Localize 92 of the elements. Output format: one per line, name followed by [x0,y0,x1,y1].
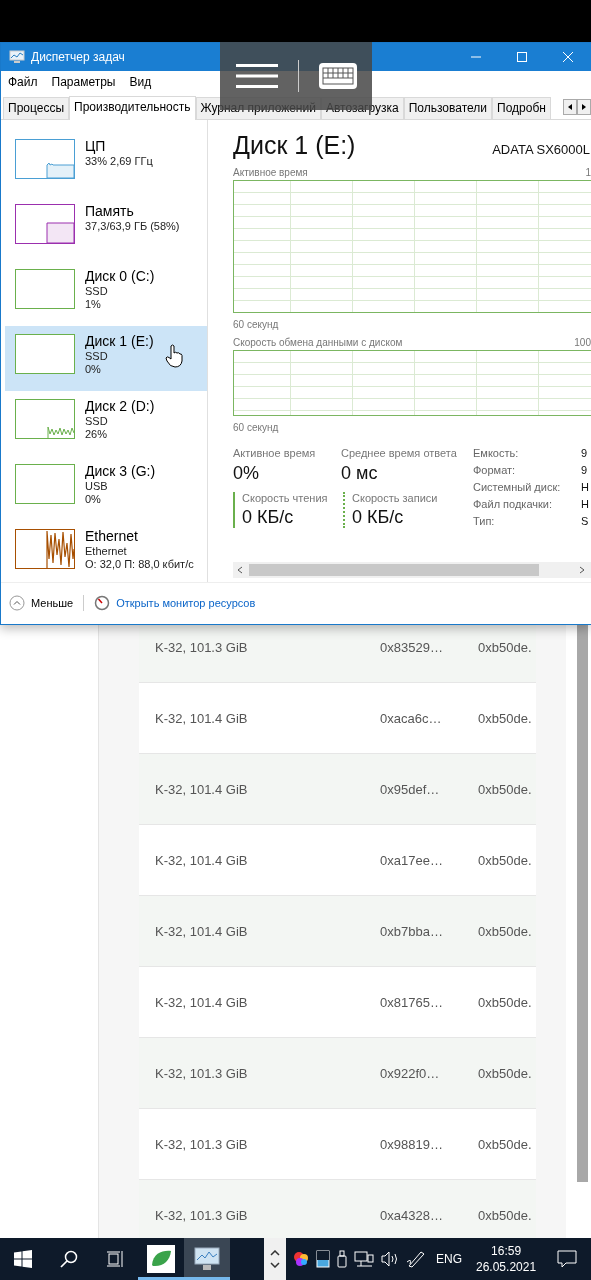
keyboard-icon[interactable] [318,63,357,89]
table-cell-text: K-32, 101.3 GiB [155,1065,249,1081]
table-cell-text: 0xaca6c… [380,710,443,726]
table-cell-text: 0xa4328… [380,1207,444,1223]
close-icon[interactable] [563,52,573,62]
table-cell-text: 0xb7bba… [380,923,444,939]
menu-item[interactable]: Вид [129,75,152,89]
table-cell-text: 0xb50de. [478,781,533,797]
table-cell-text: 0x81765… [380,994,444,1010]
scroll-right-icon[interactable] [577,99,591,115]
chart-max-label: 1 [585,167,591,178]
table-cell-text: K-32, 101.4 GiB [155,710,249,726]
detail-value: S [581,515,589,528]
tray-chevron-icon[interactable] [264,1238,286,1280]
leaf-icon [147,1245,175,1273]
tab[interactable]: Пользователи [403,97,493,119]
table-cell-text: K-32, 101.4 GiB [155,923,249,939]
detail-label: Тип: [473,515,496,528]
stat-value: 0 мс [341,463,379,484]
clock[interactable]: 16:59 26.05.2021 [476,1243,537,1275]
table-cell-text: K-32, 101.4 GiB [155,994,249,1010]
disk-title: Диск 1 (E:) [233,131,356,160]
table-cell-text: 0xb50de. [478,1207,533,1223]
detail-label: Системный диск: [473,481,562,494]
table-cell-text: 0xb50de. [478,710,533,726]
detail-label: Файл подкачки: [473,498,554,511]
taskbar-app[interactable] [184,1238,230,1280]
monitor-graph-icon [9,50,25,64]
table-cell-text: 0xb50de. [478,1065,533,1081]
sidebar-item[interactable]: Диск 2 (D:) SSD 26% [5,391,207,456]
detail-label: Формат: [473,464,517,477]
sidebar-item[interactable]: Память 37,3/63,9 ГБ (58%) [5,196,207,261]
sidebar-item[interactable]: Диск 1 (E:) SSD 0% [5,326,207,391]
scrollbar-thumb[interactable] [577,622,588,1182]
fewer-details-link[interactable]: Меньше [31,597,74,609]
sidebar-item[interactable]: Диск 0 (C:) SSD 1% [5,261,207,326]
window-title: Диспетчер задач [31,50,125,64]
time-span-label: 60 секунд [233,319,280,330]
table-cell-text: 0xb50de. [478,1136,533,1152]
detail-label: Емкость: [473,447,520,460]
tab[interactable]: Подробн [492,97,551,119]
language-indicator[interactable]: ENG [436,1252,462,1266]
stat-value: 0 КБ/с [352,507,405,528]
disk-model: ADATA SX6000L [492,142,590,157]
monitor-graph-icon [194,1247,220,1271]
speaker-icon[interactable] [380,1250,400,1268]
scroll-left-icon[interactable] [563,99,577,115]
resource-monitor-link[interactable]: Открыть монитор ресурсов [116,597,256,609]
drive-icon[interactable] [316,1250,330,1268]
hand-cursor-icon [165,343,183,368]
table-cell-text: K-32, 101.4 GiB [155,781,249,797]
table-cell-text: 0x922f0… [380,1065,441,1081]
time-span-label: 60 секунд [233,422,280,433]
chart-label: Активное время [233,167,308,178]
table-cell-text: 0x98819… [380,1136,444,1152]
menu-icon[interactable] [235,63,278,89]
menu-item[interactable]: Параметры [51,75,116,89]
colorful-app-icon[interactable] [292,1250,310,1268]
stat-value: 0 КБ/с [242,507,295,528]
pen-icon[interactable] [406,1250,426,1268]
table-cell-text: 0xb50de. [478,923,533,939]
detail-value: Н [581,481,589,494]
chart-label: Скорость обмена данными с диском [233,337,403,348]
tab[interactable]: Процессы [3,97,69,119]
table-cell-text: 0xb50de. [478,994,533,1010]
table-cell-text: K-32, 101.3 GiB [155,1207,249,1223]
table-cell-text: 0xb50de. [478,639,533,655]
gauge-icon [94,595,111,611]
sidebar-item[interactable]: ЦП 33% 2,69 ГГц [5,131,207,196]
stat-value: 0% [233,463,260,484]
network-icon[interactable] [354,1250,374,1268]
detail-value: Н [581,498,589,511]
stat-label: Среднее время ответа [341,447,458,459]
tab[interactable]: Производительность [69,96,196,120]
sidebar-item[interactable]: Ethernet Ethernet О: 32,0 П: 88,0 кбит/с [5,521,207,586]
chart-max-label: 100 [574,337,591,348]
usb-icon[interactable] [336,1250,348,1268]
table-cell-text: 0x95def… [380,781,441,797]
detail-value: 9 [581,464,589,477]
stat-label: Активное время [233,447,317,459]
table-cell-text: K-32, 101.3 GiB [155,639,249,655]
detail-value: 9 [581,447,589,460]
table-cell-text: 0xb50de. [478,852,533,868]
stat-label: Скорость чтения [242,492,329,504]
table-cell-text: 0xa17ee… [380,852,444,868]
table-cell-text: 0x83529… [380,639,444,655]
stat-label: Скорость записи [352,492,439,504]
sidebar-item[interactable]: Диск 3 (G:) USB 0% [5,456,207,521]
menu-item[interactable]: Файл [8,75,38,89]
table-cell-text: K-32, 101.3 GiB [155,1136,249,1152]
maximize-icon[interactable] [517,52,527,62]
table-cell-text: K-32, 101.4 GiB [155,852,249,868]
